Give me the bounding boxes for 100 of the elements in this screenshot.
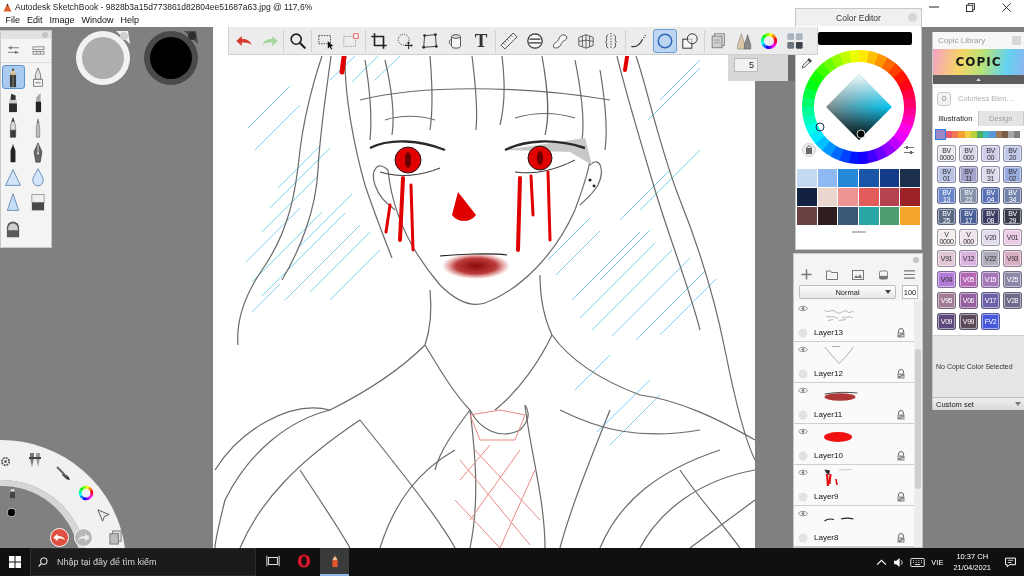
color-swatch[interactable] — [797, 207, 817, 225]
layer-row[interactable]: Layer12 — [794, 342, 914, 383]
brush-size-field[interactable]: 5 — [734, 58, 758, 72]
layer-thumbnail — [824, 307, 854, 321]
color-family-swatch[interactable] — [976, 131, 984, 138]
eye-icon[interactable] — [798, 387, 808, 394]
notification-icon[interactable] — [1005, 556, 1016, 568]
triangle-icon — [4, 166, 22, 188]
color-swatch[interactable] — [879, 169, 900, 187]
color-swatch[interactable] — [900, 169, 920, 187]
keyboard-icon[interactable] — [910, 557, 926, 567]
lock-icon[interactable] — [896, 532, 906, 543]
layer-row[interactable]: Layer11 — [794, 383, 914, 424]
color-family-swatch[interactable] — [964, 131, 971, 138]
color-family-swatch[interactable] — [989, 131, 996, 138]
color-family-swatch[interactable] — [983, 131, 990, 138]
color-family-swatch[interactable] — [958, 131, 965, 138]
color-swatch[interactable] — [859, 207, 879, 225]
eraser-icon — [29, 191, 47, 213]
taskbar-app-button[interactable] — [320, 548, 349, 576]
layer-row[interactable]: Layer10 — [794, 424, 914, 465]
layer-row[interactable]: Layer8 — [794, 506, 914, 547]
caret-up-icon[interactable] — [876, 556, 888, 568]
brush-button[interactable] — [1, 65, 25, 89]
color-swatch[interactable] — [879, 188, 900, 206]
radio-circle-icon[interactable] — [798, 327, 808, 338]
layer-thumbnail — [824, 346, 854, 364]
stacked-pages-icon[interactable] — [108, 530, 123, 545]
color-family-swatch[interactable] — [970, 131, 977, 138]
radio-circle-icon[interactable] — [798, 491, 808, 502]
folder-icon — [826, 269, 839, 280]
lock-icon[interactable] — [896, 409, 906, 420]
color-family-swatch[interactable] — [1014, 131, 1021, 138]
lock-icon[interactable] — [896, 491, 906, 502]
speaker-icon[interactable] — [893, 556, 905, 568]
eye-icon[interactable] — [798, 469, 808, 476]
select-arrow-icon[interactable] — [96, 508, 111, 523]
color-swatch[interactable] — [859, 188, 879, 206]
color-family-swatch[interactable] — [1007, 131, 1015, 138]
scrollbar-thumb[interactable] — [915, 349, 921, 489]
paint-bucket-icon[interactable] — [802, 143, 816, 157]
layer-row[interactable]: Layer13 — [794, 301, 914, 342]
color-family-swatch[interactable] — [946, 131, 953, 138]
window-title: Autodesk SketchBook - 9828b3a15d773861d82804ee51687a63.jpg @ 117,6% — [15, 2, 313, 12]
lock-icon[interactable] — [896, 327, 906, 338]
menu-item[interactable]: Image — [46, 14, 79, 27]
image-icon — [852, 269, 864, 280]
dashed-rectangle-icon — [342, 31, 360, 50]
scrollbar-track[interactable] — [914, 301, 922, 547]
eye-icon[interactable] — [798, 346, 808, 353]
layer-row[interactable]: Layer9 — [794, 465, 914, 506]
settings-icon[interactable] — [0, 456, 11, 467]
paintbrush-icon[interactable] — [55, 465, 71, 481]
brush-tools-icon[interactable] — [27, 452, 43, 468]
search-field[interactable]: Nhập tại đây để tìm kiếm — [30, 548, 256, 576]
color-swatch[interactable] — [900, 188, 920, 206]
radio-circle-icon[interactable] — [798, 368, 808, 379]
hue-ring[interactable] — [801, 50, 916, 164]
color-swatch[interactable] — [900, 207, 920, 225]
color-swatch[interactable] — [797, 169, 817, 187]
restore-icon — [965, 2, 975, 12]
color-swatch[interactable] — [817, 169, 838, 187]
color-family-swatch[interactable] — [935, 129, 946, 140]
sliders-icon[interactable] — [903, 144, 915, 156]
color-swatch[interactable] — [838, 169, 858, 187]
toolbar-button[interactable]: T — [469, 28, 493, 53]
color-swatch[interactable] — [879, 207, 900, 225]
radio-circle-icon[interactable] — [798, 450, 808, 461]
lock-icon[interactable] — [896, 450, 906, 461]
menu-item[interactable]: Help — [117, 14, 143, 27]
color-marker-icon[interactable] — [856, 129, 865, 139]
hue-marker-icon[interactable] — [815, 122, 824, 132]
menu-item[interactable]: File — [2, 14, 24, 27]
eyedropper-icon[interactable] — [801, 57, 813, 69]
menu-item[interactable]: Edit — [23, 14, 47, 27]
color-family-swatch[interactable] — [995, 131, 1002, 138]
color-dot-icon[interactable] — [7, 508, 16, 517]
color-wheel-icon — [760, 31, 778, 50]
eye-icon[interactable] — [798, 510, 808, 517]
crop-icon — [370, 31, 388, 50]
color-family-swatch[interactable] — [952, 131, 959, 138]
redo-icon[interactable] — [74, 528, 93, 547]
color-swatch[interactable] — [817, 188, 838, 206]
undo-icon[interactable] — [50, 528, 69, 547]
color-swatch[interactable] — [797, 188, 817, 206]
color-wheel-icon[interactable] — [78, 485, 94, 501]
eye-icon[interactable] — [798, 428, 808, 435]
color-swatch[interactable] — [859, 169, 879, 187]
eye-icon[interactable] — [798, 305, 808, 312]
color-family-swatch[interactable] — [1001, 131, 1008, 138]
color-swatch[interactable] — [817, 207, 838, 225]
color-swatch[interactable] — [838, 188, 858, 206]
plus-icon — [801, 269, 813, 280]
color-swatch[interactable] — [838, 207, 858, 225]
radio-circle-icon[interactable] — [798, 532, 808, 543]
lock-icon[interactable] — [896, 368, 906, 379]
radio-circle-icon[interactable] — [798, 409, 808, 420]
brush-set-icon — [32, 45, 45, 56]
menu-item[interactable]: Window — [78, 14, 118, 27]
saturation-diamond[interactable] — [825, 74, 892, 140]
